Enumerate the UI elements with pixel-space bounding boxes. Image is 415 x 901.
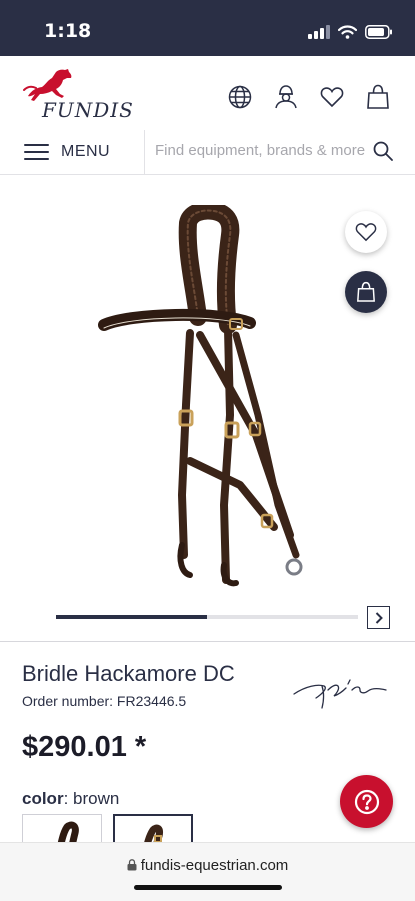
search-icon[interactable] [373,141,393,161]
chevron-right-icon [375,611,383,624]
account-button[interactable] [273,84,299,110]
status-bar: 1:18 [0,0,415,56]
signal-icon [308,25,330,39]
question-icon [354,789,379,814]
menu-search-bar: MENU [0,130,415,175]
color-value: : brown [63,789,120,808]
system-icons [308,22,393,42]
logo-wordmark: FUNDIS [42,98,134,122]
gallery-progress-fill [56,615,207,619]
logo[interactable]: FUNDIS [22,66,134,122]
search-box [145,130,415,174]
language-button[interactable] [227,84,253,110]
wishlist-button[interactable] [319,84,345,110]
bag-icon [367,84,389,109]
wifi-icon [338,25,357,39]
heart-icon [355,223,377,242]
menu-button[interactable]: MENU [0,130,145,174]
account-icon [275,85,297,109]
browser-url-bar[interactable]: fundis-equestrian.com [0,842,415,901]
url-text: fundis-equestrian.com [140,857,289,874]
menu-label: MENU [61,143,111,160]
lock-icon [127,859,137,871]
site-header: FUNDIS [0,56,415,131]
color-selection-label: color: brown [22,789,119,809]
hamburger-icon [24,139,49,165]
search-input[interactable] [155,142,375,159]
bag-icon [357,281,375,302]
cart-button[interactable] [365,84,391,110]
url-display: fundis-equestrian.com [0,857,415,874]
add-to-wishlist-button[interactable] [345,211,387,253]
status-time: 1:18 [44,20,92,42]
battery-icon [365,25,392,39]
order-number: Order number: FR23446.5 [22,693,187,709]
product-title: Bridle Hackamore DC [22,661,235,686]
heart-icon [320,87,344,108]
product-gallery[interactable] [0,175,415,640]
gallery-progress-track [56,615,358,619]
color-label: color [22,789,64,808]
home-indicator[interactable] [134,885,282,890]
divider [0,641,415,642]
help-button[interactable] [340,775,393,828]
brand-signature-logo [293,679,387,709]
globe-icon [228,85,252,109]
gallery-next-button[interactable] [367,606,390,629]
add-to-cart-button[interactable] [345,271,387,313]
product-image[interactable] [90,205,320,595]
product-price: $290.01 * [22,731,147,763]
